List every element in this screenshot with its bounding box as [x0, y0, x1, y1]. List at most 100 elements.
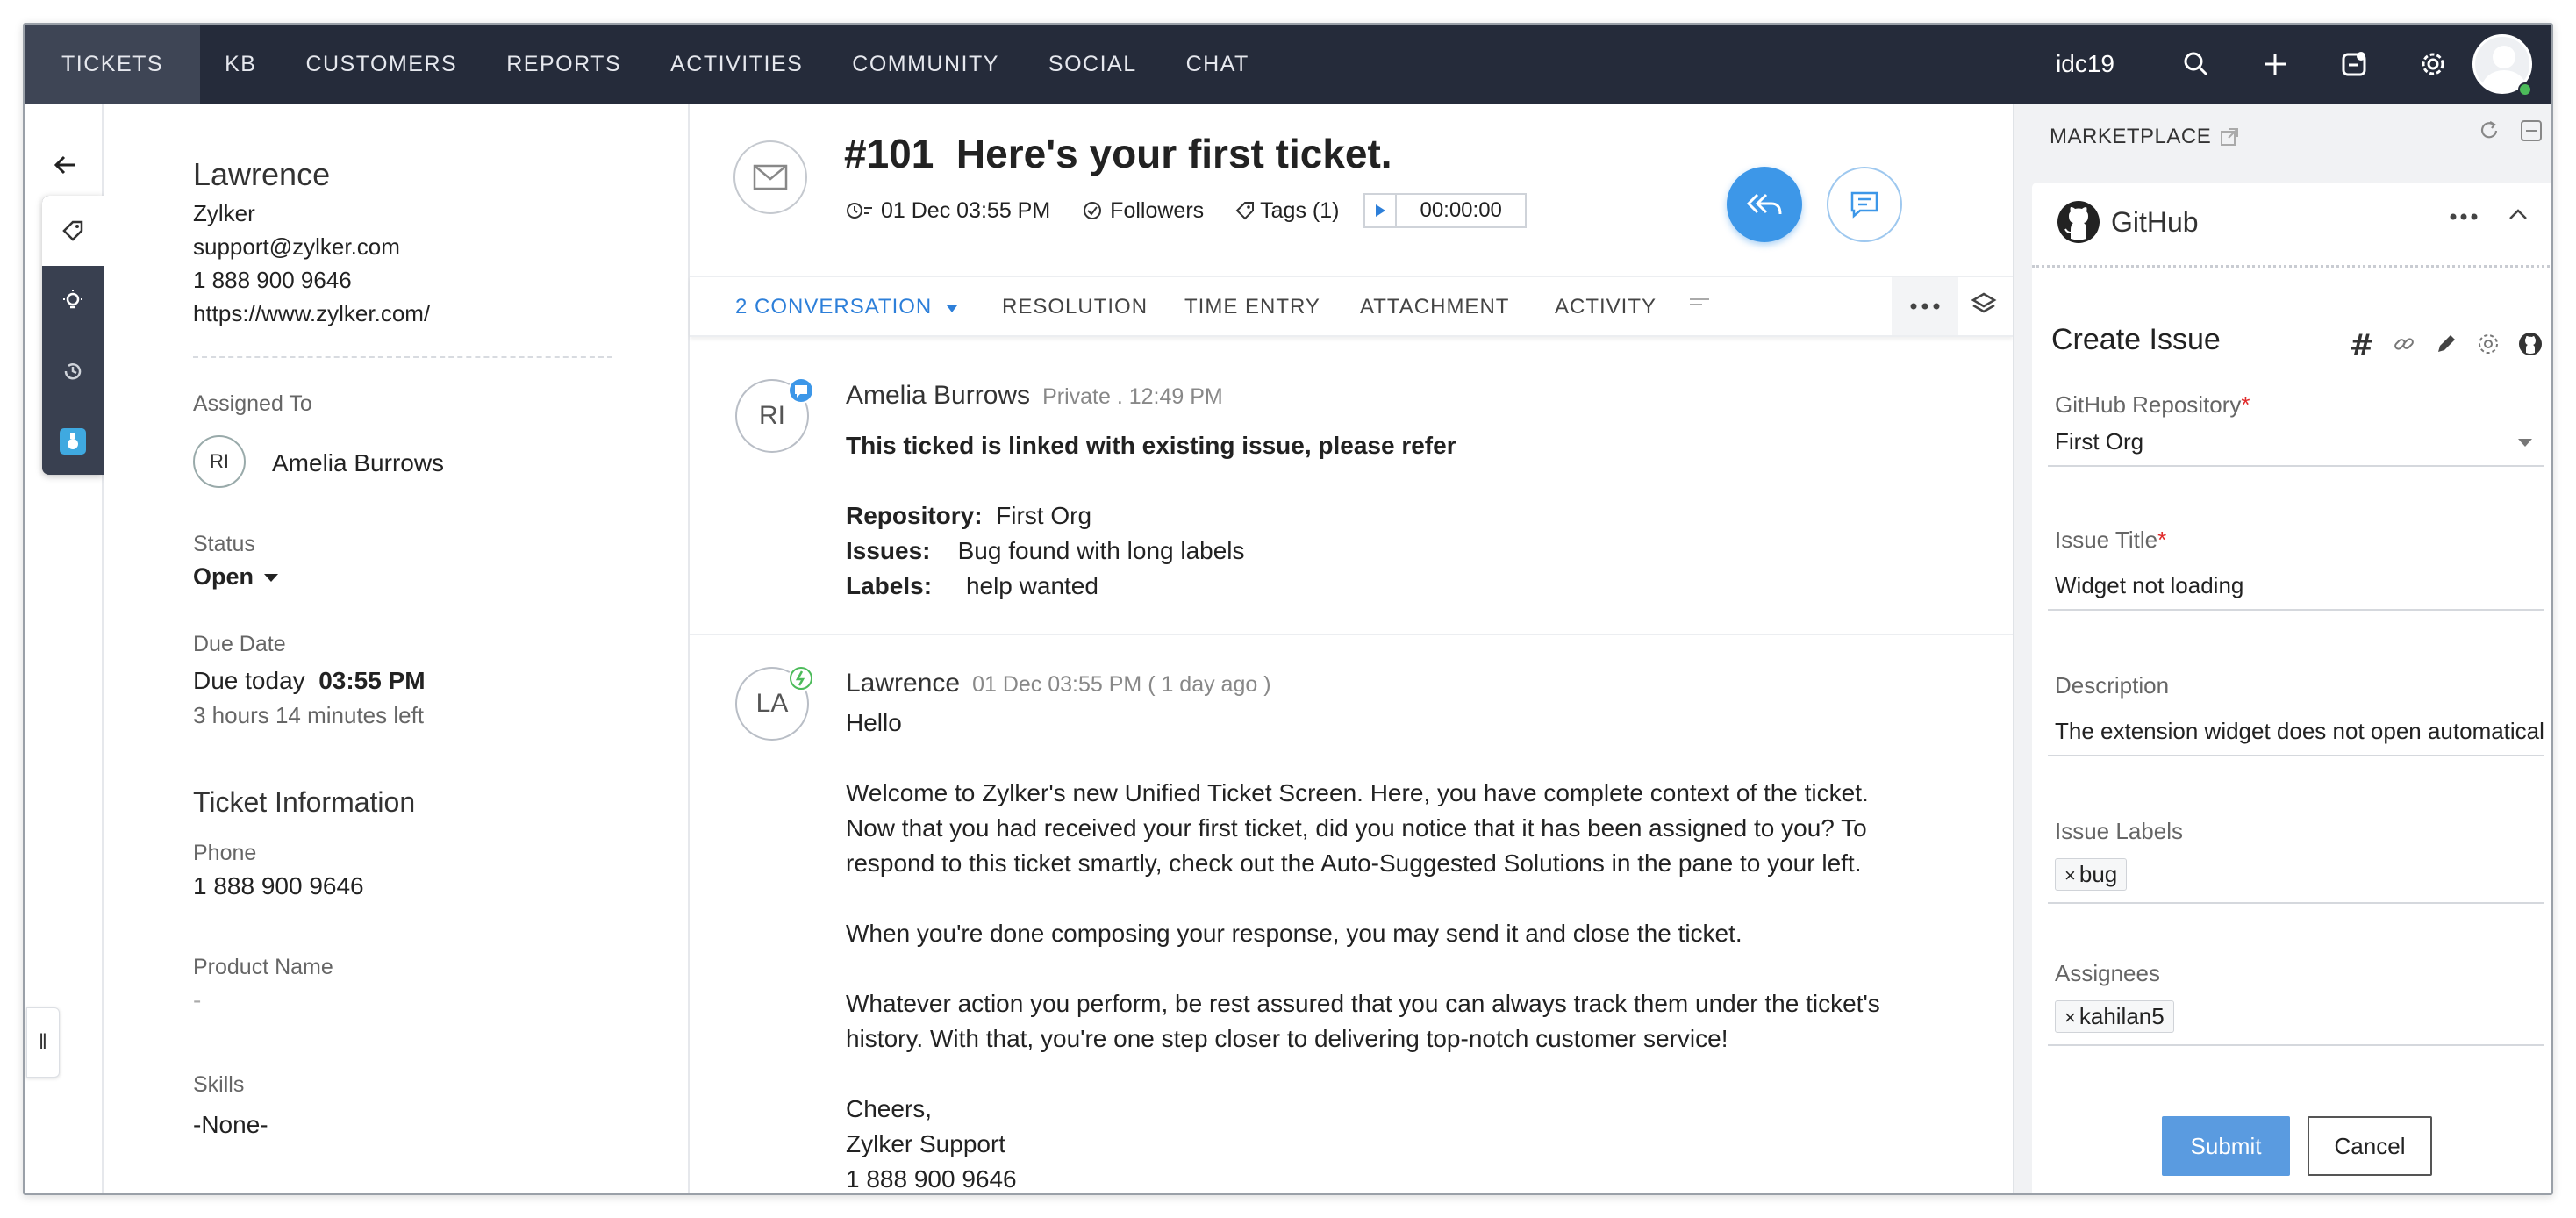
- panel-resize-handle[interactable]: ‖: [26, 1007, 60, 1078]
- tags-button[interactable]: Tags (1): [1235, 198, 1339, 224]
- followers-button[interactable]: Followers: [1082, 198, 1204, 224]
- nav-tab-tickets[interactable]: TICKETS: [25, 25, 201, 104]
- nav-tab-chat[interactable]: CHAT: [1162, 25, 1274, 104]
- assignee-name[interactable]: Amelia Burrows: [272, 449, 444, 477]
- assignee-avatar: RI: [193, 435, 246, 488]
- contact-phone[interactable]: 1 888 900 9646: [193, 267, 352, 294]
- tag-icon[interactable]: [42, 196, 104, 266]
- floating-toolbar: [42, 196, 104, 475]
- remove-tag-icon[interactable]: ×: [2064, 864, 2076, 886]
- tab-time-entry[interactable]: TIME ENTRY: [1184, 295, 1320, 319]
- chevron-down-icon: [946, 305, 957, 312]
- history-icon[interactable]: [42, 336, 104, 406]
- contact-name[interactable]: Lawrence: [193, 156, 330, 193]
- issue-title-label-text: Issue Title: [2055, 527, 2158, 553]
- assignees-input[interactable]: × kahilan5: [2048, 990, 2544, 1046]
- app-window: TICKETS KB CUSTOMERS REPORTS ACTIVITIES …: [23, 23, 2553, 1195]
- tab-activity[interactable]: ACTIVITY: [1555, 295, 1657, 319]
- edit-pencil-icon[interactable]: [2434, 332, 2458, 361]
- assignee-tag[interactable]: × kahilan5: [2055, 1000, 2174, 1033]
- clock-icon: [847, 203, 872, 219]
- status-dropdown[interactable]: Open: [193, 563, 279, 591]
- refresh-icon[interactable]: [2478, 119, 2501, 147]
- due-time-left: 3 hours 14 minutes left: [193, 702, 425, 728]
- extension-icon[interactable]: [42, 406, 104, 476]
- thread-headline: This ticked is linked with existing issu…: [846, 432, 1456, 459]
- tab-overflow-icon[interactable]: [1688, 291, 1711, 316]
- hash-icon[interactable]: #: [2350, 328, 2375, 363]
- submit-button[interactable]: Submit: [2162, 1116, 2290, 1176]
- play-icon[interactable]: [1365, 195, 1398, 226]
- nav-tab-customers[interactable]: CUSTOMERS: [281, 25, 482, 104]
- label-tag-text: bug: [2079, 861, 2118, 887]
- label-tag-bug[interactable]: × bug: [2055, 858, 2128, 891]
- marketplace-tools: [2478, 119, 2543, 147]
- nav-tab-community[interactable]: COMMUNITY: [827, 25, 1024, 104]
- contact-email[interactable]: support@zylker.com: [193, 233, 400, 261]
- nav-tab-activities[interactable]: ACTIVITIES: [646, 25, 827, 104]
- thread-author: Lawrence 01 Dec 03:55 PM ( 1 day ago ): [846, 669, 1271, 699]
- marketplace-header[interactable]: MARKETPLACE: [2050, 125, 2239, 149]
- message-line: Whatever action you perform, be rest ass…: [846, 990, 1880, 1017]
- thread-repository: Repository: First Org: [846, 498, 1091, 534]
- search-icon[interactable]: [2157, 25, 2236, 104]
- message-line: Welcome to Zylker's new Unified Ticket S…: [846, 779, 1869, 806]
- thread-author-name[interactable]: Amelia Burrows: [846, 381, 1030, 410]
- github-header-tools: [2450, 207, 2529, 226]
- github-app-name: GitHub: [2111, 205, 2199, 238]
- ticket-date: 01 Dec 03:55 PM: [846, 198, 1050, 224]
- bulb-icon[interactable]: [42, 266, 104, 336]
- ticket-tabs: 2 CONVERSATION RESOLUTION TIME ENTRY ATT…: [690, 276, 2013, 337]
- message-line: Hello: [846, 709, 902, 736]
- thread-author-name[interactable]: Lawrence: [846, 669, 960, 698]
- comment-badge-icon: [788, 377, 814, 404]
- tab-conversation-label: 2 CONVERSATION: [735, 295, 933, 319]
- github-small-icon[interactable]: [2518, 332, 2543, 361]
- due-date-value[interactable]: Due today 03:55 PM: [193, 667, 426, 695]
- more-options-icon[interactable]: [1892, 277, 1958, 335]
- nav-tab-kb[interactable]: KB: [200, 25, 281, 104]
- settings-gear-icon[interactable]: [2476, 332, 2501, 361]
- link-icon[interactable]: [2392, 332, 2416, 361]
- required-asterisk: *: [2157, 527, 2167, 553]
- tab-conversation[interactable]: 2 CONVERSATION: [735, 295, 958, 319]
- phone-label: Phone: [193, 841, 257, 865]
- org-name[interactable]: idc19: [2056, 50, 2114, 78]
- nav-tab-reports[interactable]: REPORTS: [482, 25, 646, 104]
- issue-labels-input[interactable]: × bug: [2048, 848, 2544, 904]
- due-prefix: Due today: [193, 667, 305, 694]
- phone-value[interactable]: 1 888 900 9646: [193, 872, 364, 900]
- description-input[interactable]: The extension widget does not open autom…: [2048, 706, 2544, 756]
- chevron-up-icon[interactable]: [2508, 207, 2529, 226]
- reply-all-icon: [1746, 193, 1782, 215]
- ticket-main: #101 Here's your first ticket. 01 Dec 03…: [690, 104, 2013, 1193]
- notification-icon[interactable]: [2315, 25, 2394, 104]
- product-name-value[interactable]: -: [193, 986, 201, 1014]
- tab-resolution[interactable]: RESOLUTION: [1002, 295, 1148, 319]
- skills-value[interactable]: -None-: [193, 1111, 268, 1139]
- remove-tag-icon[interactable]: ×: [2064, 1007, 2076, 1028]
- ticket-subject[interactable]: Here's your first ticket.: [956, 131, 1392, 176]
- online-status-dot: [2518, 82, 2532, 97]
- tab-attachment[interactable]: ATTACHMENT: [1360, 295, 1509, 319]
- comment-icon: [1850, 191, 1878, 219]
- more-options-icon[interactable]: [2450, 209, 2478, 225]
- nav-tab-social[interactable]: SOCIAL: [1024, 25, 1162, 104]
- settings-gear-icon[interactable]: [2394, 25, 2472, 104]
- contact-company: Zylker: [193, 200, 255, 226]
- layers-icon[interactable]: [1971, 291, 1997, 322]
- add-icon[interactable]: [2236, 25, 2315, 104]
- collapse-panel-icon[interactable]: [2520, 119, 2543, 147]
- cancel-button[interactable]: Cancel: [2308, 1116, 2432, 1176]
- ticket-timer[interactable]: 00:00:00: [1363, 193, 1527, 228]
- issue-title-input[interactable]: Widget not loading: [2048, 560, 2544, 611]
- contact-divider: [193, 356, 612, 358]
- contact-website[interactable]: https://www.zylker.com/: [193, 300, 430, 327]
- back-arrow-icon[interactable]: [53, 154, 77, 180]
- reply-all-button[interactable]: [1727, 167, 1802, 242]
- tag-outline-icon: [1235, 202, 1255, 220]
- issues-value: Bug found with long labels: [957, 537, 1245, 564]
- message-line: respond to this ticket smartly, check ou…: [846, 849, 1862, 877]
- github-repository-select[interactable]: First Org: [2048, 416, 2544, 467]
- add-comment-button[interactable]: [1827, 167, 1902, 242]
